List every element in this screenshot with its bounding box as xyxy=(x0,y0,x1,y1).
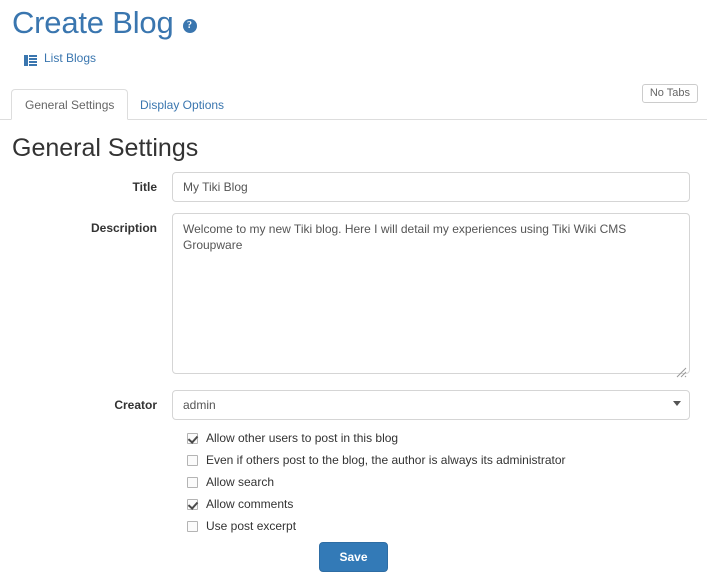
list-icon xyxy=(24,53,37,64)
blog-form: Title Description Welcome to my new Tiki… xyxy=(0,172,707,431)
list-blogs-label: List Blogs xyxy=(44,51,96,65)
create-blog-page: Create Blog ? List Blogs General Setting… xyxy=(0,0,707,576)
list-blogs-link[interactable]: List Blogs xyxy=(24,51,96,65)
checkbox-author-always-admin[interactable] xyxy=(187,455,198,466)
checkbox-row: Use post excerpt xyxy=(187,516,566,537)
title-control xyxy=(172,172,707,202)
page-title: Create Blog xyxy=(12,6,174,40)
creator-label: Creator xyxy=(0,390,172,420)
creator-control: admin xyxy=(172,390,707,420)
no-tabs-button[interactable]: No Tabs xyxy=(642,84,698,103)
creator-select[interactable]: admin xyxy=(172,390,690,420)
form-row-description: Description Welcome to my new Tiki blog.… xyxy=(0,213,707,379)
page-header: Create Blog ? xyxy=(12,6,197,40)
creator-select-holder: admin xyxy=(172,390,690,420)
save-button-container: Save xyxy=(0,542,707,572)
checkbox-row: Allow comments xyxy=(187,494,566,515)
form-row-creator: Creator admin xyxy=(0,390,707,420)
description-textarea[interactable]: Welcome to my new Tiki blog. Here I will… xyxy=(172,213,690,374)
checkbox-label[interactable]: Allow search xyxy=(206,475,274,490)
checkbox-row: Even if others post to the blog, the aut… xyxy=(187,450,566,471)
description-control: Welcome to my new Tiki blog. Here I will… xyxy=(172,213,707,379)
checkbox-allow-search[interactable] xyxy=(187,477,198,488)
checkbox-row: Allow other users to post in this blog xyxy=(187,428,566,449)
checkbox-label[interactable]: Allow comments xyxy=(206,497,293,512)
save-button[interactable]: Save xyxy=(319,542,387,572)
checkbox-label[interactable]: Even if others post to the blog, the aut… xyxy=(206,453,566,468)
form-row-title: Title xyxy=(0,172,707,202)
section-heading: General Settings xyxy=(12,134,198,163)
help-icon[interactable]: ? xyxy=(183,19,197,33)
options-checkbox-group: Allow other users to post in this blog E… xyxy=(187,428,566,538)
tab-display-options[interactable]: Display Options xyxy=(126,89,238,120)
description-holder: Welcome to my new Tiki blog. Here I will… xyxy=(172,213,690,379)
checkbox-label[interactable]: Use post excerpt xyxy=(206,519,296,534)
title-input[interactable] xyxy=(172,172,690,202)
checkbox-use-post-excerpt[interactable] xyxy=(187,521,198,532)
tab-general-settings[interactable]: General Settings xyxy=(11,89,128,120)
description-label: Description xyxy=(0,213,172,243)
checkbox-label[interactable]: Allow other users to post in this blog xyxy=(206,431,398,446)
checkbox-allow-other-users[interactable] xyxy=(187,433,198,444)
title-label: Title xyxy=(0,172,172,202)
tab-bar: General Settings Display Options xyxy=(0,88,707,120)
checkbox-row: Allow search xyxy=(187,472,566,493)
checkbox-allow-comments[interactable] xyxy=(187,499,198,510)
